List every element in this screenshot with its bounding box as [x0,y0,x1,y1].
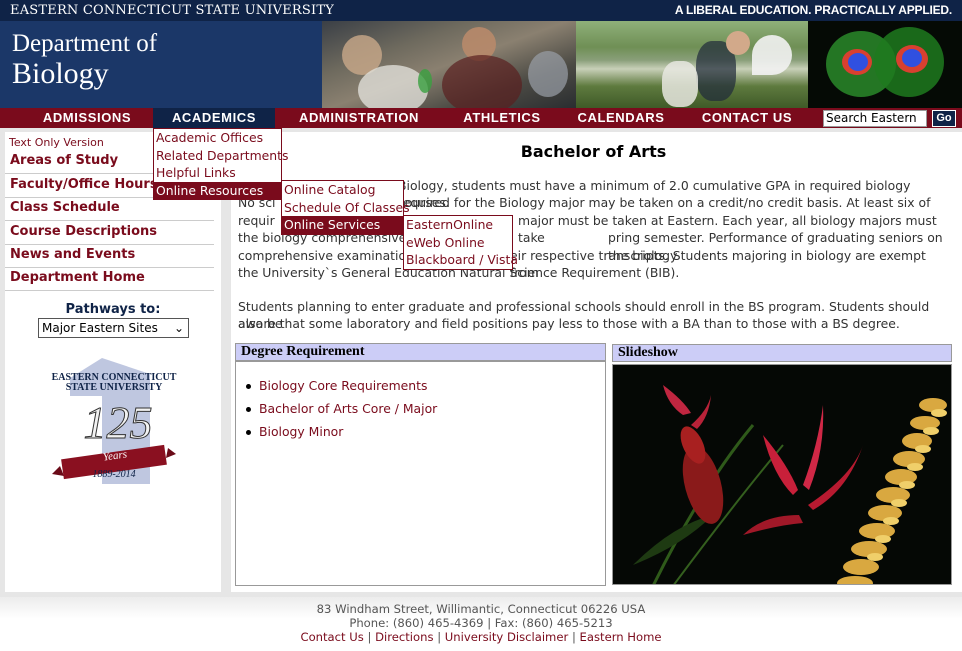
online-services-menu: EasternOnline eWeb Online Blackboard / V… [403,215,518,270]
nav-athletics[interactable]: ATHLETICS [446,108,558,128]
chevron-down-icon: ⌄ [173,321,184,335]
pathways-select[interactable]: Major Eastern Sites ⌄ [38,318,189,338]
page: EASTERN CONNECTICUT STATE UNIVERSITY A L… [0,0,962,651]
text-only-link[interactable]: Text Only Version [9,136,104,149]
pathways-label: Pathways to: [65,302,161,317]
university-name[interactable]: EASTERN CONNECTICUT STATE UNIVERSITY [10,3,334,18]
page-title: Bachelor of Arts [520,142,667,161]
anniversary-logo: EASTERN CONNECTICUT STATE UNIVERSITY 125… [50,356,178,486]
menu-item-related-departments[interactable]: Related Departments [154,147,288,165]
go-button[interactable]: Go [932,110,956,127]
menu-item-academic-offices[interactable]: Academic Offices [154,129,281,147]
online-resources-menu: Online Catalog Schedule Of Classes Onlin… [281,180,410,235]
degree-link-core[interactable]: Biology Core Requirements [246,378,437,401]
cell-microscopy-photo [808,21,962,108]
slideshow-header: Slideshow [612,344,952,362]
graduate-paragraph: Students planning to enter graduate and … [238,298,952,333]
logo-number: 125 [83,397,153,449]
banner: Department of Biology [0,21,962,108]
pathways-select-value: Major Eastern Sites [42,321,158,335]
degree-requirement-header: Degree Requirement [235,343,606,361]
sidebar-item-class-schedule[interactable]: Class Schedule [5,197,214,221]
footer-links: Contact Us | Directions | University Dis… [300,630,662,644]
menu-item-online-services[interactable]: Online Services [282,216,403,234]
slideshow-image[interactable] [612,364,952,585]
footer-phone: Phone: (860) 465-4369 | Fax: (860) 465-5… [349,616,613,630]
graduate-line-2: aware that some laboratory and field pos… [238,316,900,332]
footer-link-contact-us[interactable]: Contact Us [300,630,363,644]
nav-administration[interactable]: ADMINISTRATION [278,108,440,128]
menu-item-helpful-links[interactable]: Helpful Links [154,164,281,182]
intro-line-3a: requir [238,212,275,228]
department-title-line2: Biology [12,57,109,90]
menu-item-easternonline[interactable]: EasternOnline [404,216,512,234]
nav-contact-us[interactable]: CONTACT US [687,108,807,128]
degree-link-minor[interactable]: Biology Minor [246,424,437,447]
heliconia-flower-photo [613,365,951,584]
menu-item-blackboard-vista[interactable]: Blackboard / Vista [404,251,518,269]
nav-academics[interactable]: ACADEMICS [153,108,275,128]
academics-menu: Academic Offices Related Departments Hel… [153,128,288,200]
lab-students-photo [322,21,576,108]
department-title-line1: Department of [12,30,158,57]
footer-link-eastern-home[interactable]: Eastern Home [580,630,662,644]
degree-requirement-box: Biology Core Requirements Bachelor of Ar… [235,361,606,586]
menu-item-eweb-online[interactable]: eWeb Online [404,234,512,252]
sidebar-item-department-home[interactable]: Department Home [5,267,214,291]
intro-line-5a: comprehensive examination [238,247,414,263]
logo-line2: STATE UNIVERSITY [65,382,163,393]
department-title[interactable]: Department of Biology [12,31,157,91]
degree-link-list: Biology Core Requirements Bachelor of Ar… [246,378,437,447]
graduate-line-1: Students planning to enter graduate and … [238,299,930,332]
menu-item-online-catalog[interactable]: Online Catalog [282,181,403,199]
footer-address: 83 Windham Street, Willimantic, Connecti… [316,602,646,616]
main-nav: ADMISSIONS ACADEMICS ADMINISTRATION ATHL… [0,108,962,128]
footer: 83 Windham Street, Willimantic, Connecti… [0,597,962,651]
sidebar: Text Only Version Areas of Study Faculty… [5,132,221,592]
nav-calendars[interactable]: CALENDARS [563,108,679,128]
field-research-photo [576,21,808,108]
footer-link-directions[interactable]: Directions [375,630,433,644]
tagline: A LIBERAL EDUCATION. PRACTICALLY APPLIED… [674,3,952,17]
nav-admissions[interactable]: ADMISSIONS [22,108,152,128]
degree-link-ba-core-major[interactable]: Bachelor of Arts Core / Major [246,401,437,424]
sidebar-item-news-and-events[interactable]: News and Events [5,244,214,268]
top-strip: EASTERN CONNECTICUT STATE UNIVERSITY A L… [0,0,962,21]
logo-dates: 1889-2014 [92,469,136,480]
search-input[interactable]: Search Eastern [823,110,927,127]
menu-item-schedule-of-classes[interactable]: Schedule Of Classes [282,199,410,217]
footer-link-disclaimer[interactable]: University Disclaimer [445,630,568,644]
sidebar-item-course-descriptions[interactable]: Course Descriptions [5,221,214,245]
menu-item-online-resources[interactable]: Online Resources [154,181,281,199]
